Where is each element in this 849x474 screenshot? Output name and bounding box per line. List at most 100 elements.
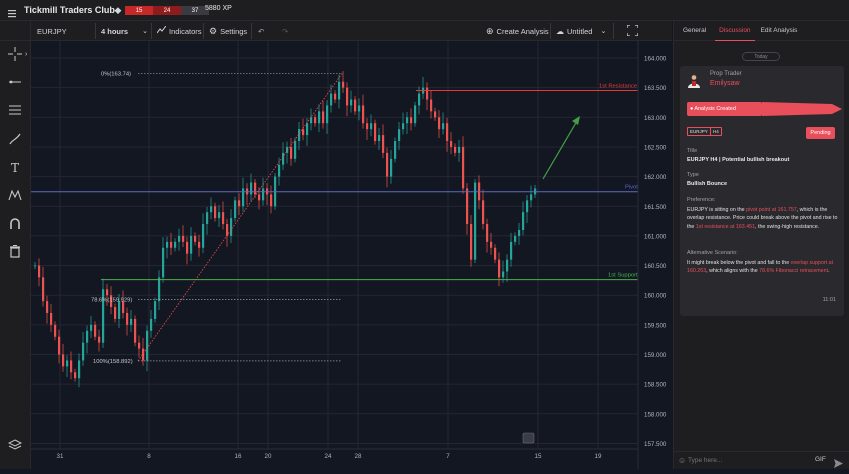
fullscreen-button[interactable] [626,21,639,41]
emoji-icon[interactable]: ☺ [678,456,686,465]
candle-body [114,307,117,319]
time-axis: 31 8 16 20 24 28 7 15 19 [31,448,638,460]
candle-body [502,271,505,278]
brush-tool[interactable] [6,131,24,149]
candle-body [506,259,509,272]
banner-arrow [762,102,842,116]
preference-text: EURJPY is sitting on the pivot point at … [687,206,839,231]
undo-icon: ↶ [258,26,265,36]
tab-discussion[interactable]: Discussion [715,21,755,41]
alternative-text-1: It might break below the pivot and fall … [687,260,791,266]
interval-selector[interactable]: 4 hours ⌄ [101,21,148,41]
candle-body [414,105,417,124]
chevron-right-icon[interactable]: › [25,51,27,58]
message-card: Prop Trader Emilysaw ● Analysis Created … [680,66,844,316]
gif-button[interactable]: GIF [815,456,826,463]
cloud-icon: ☁ [556,26,564,36]
candle-body [250,182,253,195]
candle-body [386,152,389,177]
candle-body [334,93,337,100]
candle-body [210,206,213,213]
symbol-selector[interactable]: EURJPY [37,21,67,41]
candle-body [330,93,333,106]
menu-icon[interactable] [7,5,17,18]
time-tick-label: 15 [535,453,542,460]
chat-input[interactable] [688,455,808,466]
crosshair-icon [8,46,22,64]
drawing-toolbar: T [0,41,31,469]
tab-edit-analysis[interactable]: Edit Analysis [755,21,807,41]
chart-overlays: 1st Resistance163.451Pivot161.839161.736… [31,71,665,444]
undo-button[interactable]: ↶ [258,21,264,41]
create-analysis-button[interactable]: ⊕ Create Analysis [486,21,549,41]
xp-segment-1: 15 [125,6,153,15]
candle-body [222,212,225,225]
analysis-created-label: Analysis Created [694,106,736,112]
redo-icon: ↷ [282,26,289,36]
layers-tool[interactable] [6,437,24,455]
support-label: 1st Support [608,273,638,279]
candle-body [530,194,533,201]
candle-body [430,99,433,112]
status-badge: Pending [806,127,835,139]
interval-label: 4 hours [101,26,129,36]
candle-body [34,265,37,267]
candle-body [486,224,489,242]
delete-tool[interactable] [6,243,24,261]
candle-body [314,117,317,124]
chat-input-bar: ☺ GIF [674,451,849,469]
text-tool[interactable]: T [6,159,24,177]
candle-body [46,301,49,313]
resistance-label: 1st Resistance [599,84,637,90]
xp-total: 5880 XP [205,5,232,12]
layout-selector[interactable]: ☁ Untitled ⌄ [556,21,606,41]
candle-body [230,218,233,236]
candle-body [346,87,349,106]
chevron-down-icon: ⌄ [600,28,607,35]
crosshair-tool[interactable] [6,46,24,64]
fib-tool[interactable] [6,102,24,120]
candle-body [62,354,65,367]
candle-body [238,200,241,207]
title-value: EURJPY H4 | Potential bullish breakout [687,157,790,163]
candle-body [178,235,181,242]
candle-body [382,135,385,153]
magnet-tool[interactable] [6,216,24,234]
candle-body [214,206,217,219]
date-chip-label: Today [754,53,768,60]
candle-body [190,235,193,254]
candle-body [498,259,501,278]
avatar[interactable] [687,72,701,88]
settings-button[interactable]: ⚙ Settings [209,21,247,41]
chevron-down-icon: ⌄ [142,28,148,35]
chart-canvas[interactable]: 1st Resistance163.451Pivot161.839161.736… [31,41,672,469]
candle-body [474,182,477,260]
tab-general[interactable]: General [674,21,715,41]
fullscreen-icon [626,23,639,38]
redo-button[interactable]: ↷ [282,21,288,41]
indicators-icon [156,25,167,36]
candle-body [258,194,261,201]
line-tool[interactable] [6,74,24,92]
pattern-tool[interactable] [6,187,24,205]
price-tick-label: 161.000 [644,233,667,240]
send-icon[interactable] [834,455,843,473]
time-tick-label: 20 [265,453,272,460]
candle-body [442,123,445,130]
candle-body [234,200,237,219]
price-tick-label: 158.500 [644,382,667,389]
candle-body [206,212,209,225]
time-tick-label: 16 [235,453,242,460]
candle-body [90,324,93,331]
price-chart[interactable]: 1st Resistance163.451Pivot161.839161.736… [31,41,672,469]
candle-body [366,123,369,130]
candle-body [490,241,493,248]
toolbar-corner [0,21,31,41]
candle-body [198,241,201,248]
indicators-button[interactable]: Indicators [156,21,202,41]
candle-body [78,360,81,379]
candle-body [58,336,61,355]
candle-body [254,182,257,195]
author-name[interactable]: Emilysaw [710,80,740,87]
magnet-icon [8,217,22,234]
